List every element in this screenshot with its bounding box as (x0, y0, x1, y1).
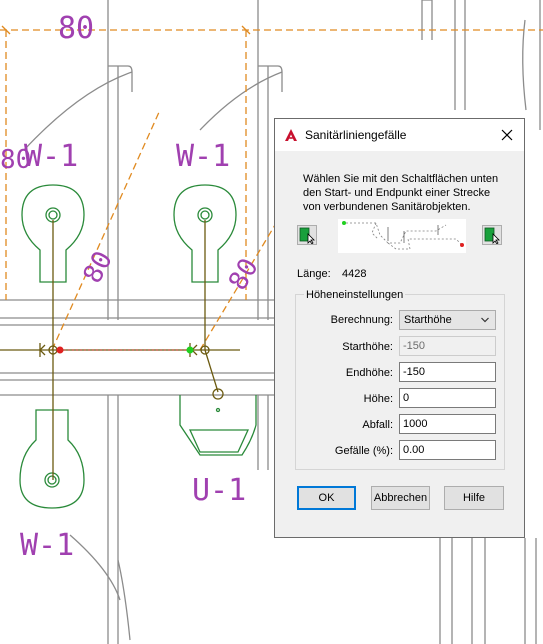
fixture-label-w1-left: W-1 (24, 139, 78, 174)
pick-start-point-button[interactable] (297, 225, 317, 245)
height-label: Höhe: (363, 393, 393, 405)
ok-button[interactable]: OK (297, 486, 356, 510)
fixture-label-w1-bottom: W-1 (20, 528, 74, 563)
chevron-down-icon (481, 317, 489, 323)
fixture-label-u1: U-1 (192, 473, 246, 508)
cancel-button[interactable]: Abbrechen (371, 486, 430, 510)
calculation-dropdown[interactable]: Starthöhe (399, 310, 496, 330)
help-button[interactable]: Hilfe (444, 486, 504, 510)
calculation-label: Berechnung: (330, 314, 393, 326)
slope-percent-label: Gefälle (%): (334, 445, 393, 457)
instruction-text: Wählen Sie mit den Schaltflächen unten d… (303, 173, 499, 213)
end-point-marker[interactable] (186, 346, 194, 354)
slope-percent-field[interactable] (399, 440, 496, 460)
slope-dialog: Sanitärliniengefälle Wählen Sie mit den … (274, 118, 525, 538)
calculation-dropdown-value: Starthöhe (404, 314, 452, 326)
pick-end-point-button[interactable] (482, 225, 502, 245)
drop-label: Abfall: (362, 419, 393, 431)
dimension-text-diagonal-1: 80 (78, 247, 119, 289)
length-label: Länge: (297, 268, 331, 280)
end-height-label: Endhöhe: (345, 367, 393, 379)
dialog-title: Sanitärliniengefälle (305, 128, 407, 142)
height-field[interactable] (399, 388, 496, 408)
toilet-w1-bottom[interactable] (19, 409, 85, 509)
pick-point-icon (299, 227, 315, 245)
start-height-label: Starthöhe: (342, 341, 393, 353)
start-point-marker[interactable] (56, 346, 64, 354)
height-settings-group-label: Höheneinstellungen (304, 289, 406, 301)
drop-field[interactable] (399, 414, 496, 434)
urinal-u1[interactable] (179, 395, 257, 456)
length-value: 4428 (342, 268, 367, 280)
close-icon[interactable] (497, 125, 517, 145)
start-height-field (399, 336, 496, 356)
fixture-label-w1-middle: W-1 (176, 139, 230, 174)
autocad-a-icon (285, 129, 297, 141)
dimension-text-top: 80 (58, 11, 94, 46)
end-height-field[interactable] (399, 362, 496, 382)
dialog-titlebar[interactable]: Sanitärliniengefälle (275, 119, 524, 151)
run-preview-image (338, 219, 466, 253)
pick-point-icon (484, 227, 500, 245)
